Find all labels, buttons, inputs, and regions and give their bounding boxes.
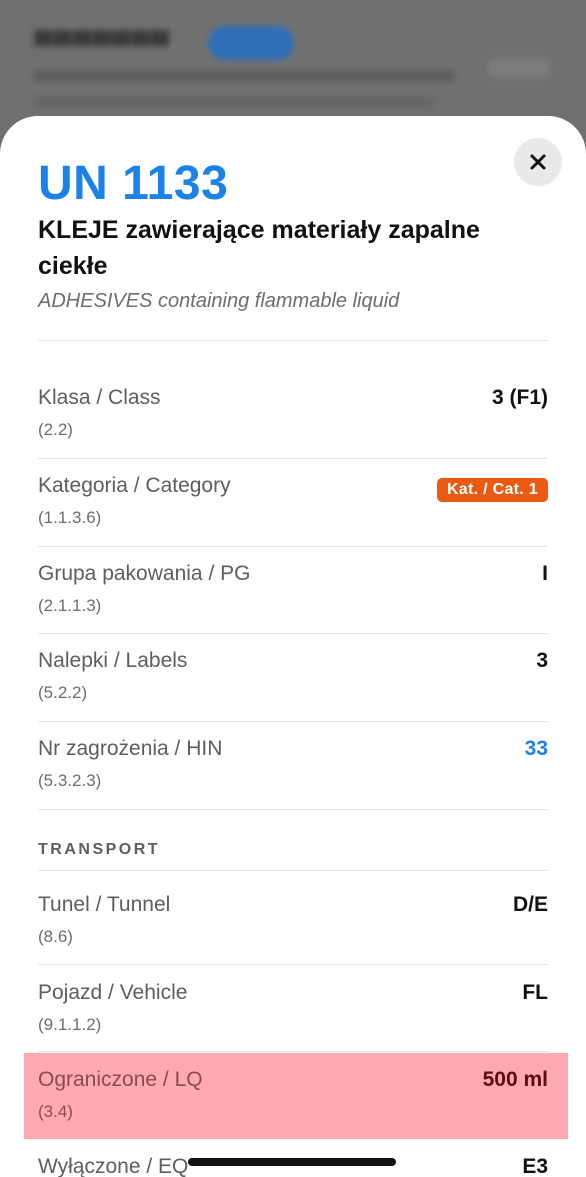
property-value: 500 ml [482, 1068, 548, 1091]
property-value: 3 (F1) [491, 386, 548, 409]
property-reference: (5.2.2) [38, 683, 88, 702]
divider [38, 633, 548, 634]
property-reference: (5.3.2.3) [38, 771, 102, 790]
divider [38, 458, 548, 459]
property-reference: (9.1.1.2) [38, 1015, 102, 1034]
divider [38, 809, 548, 810]
background-text-line [34, 96, 434, 108]
substance-name-en: ADHESIVES containing flammable liquid [38, 290, 400, 312]
property-row-class: Klasa / Class (2.2) 3 (F1) [38, 372, 548, 458]
close-icon [530, 154, 546, 170]
transport-row-limited-quantity: Ograniczone / LQ (3.4) 500 ml [38, 1054, 548, 1140]
un-number: UN 1133 [38, 157, 229, 210]
property-reference: (2.1.1.3) [38, 596, 102, 615]
property-label: Nalepki / Labels [38, 649, 188, 672]
property-value: I [542, 562, 548, 585]
transport-row-vehicle: Pojazd / Vehicle (9.1.1.2) FL [38, 967, 548, 1053]
category-badge: Kat. / Cat. 1 [436, 478, 548, 502]
property-value: D/E [512, 893, 548, 916]
background-badge [208, 26, 294, 60]
section-title-transport: TRANSPORT [38, 841, 161, 858]
property-row-labels: Nalepki / Labels (5.2.2) 3 [38, 635, 548, 721]
property-value: FL [522, 981, 548, 1004]
close-button[interactable] [514, 138, 562, 186]
background-text-line [34, 70, 454, 82]
hin-link[interactable]: 33 [525, 737, 548, 761]
property-reference: (3.4) [38, 1102, 73, 1121]
divider [38, 340, 548, 341]
detail-sheet: UN 1133 KLEJE zawierające materiały zapa… [0, 116, 586, 1177]
property-row-hin[interactable]: Nr zagrożenia / HIN (5.3.2.3) 33 [38, 723, 548, 809]
property-label: Tunel / Tunnel [38, 893, 171, 916]
property-label: Ograniczone / LQ [38, 1068, 203, 1091]
property-reference: (1.1.3.6) [38, 508, 102, 527]
property-label: Wyłączone / EQ [38, 1155, 189, 1177]
property-row-category: Kategoria / Category (1.1.3.6) Kat. / Ca… [38, 460, 548, 546]
property-label: Klasa / Class [38, 386, 161, 409]
property-label: Grupa pakowania / PG [38, 562, 251, 585]
divider [38, 721, 548, 722]
property-value: 3 [536, 649, 548, 672]
property-reference: (2.2) [38, 420, 73, 439]
background-title: ▀▀▀▀▀▀▀ [34, 30, 170, 60]
divider [38, 964, 548, 965]
transport-row-tunnel: Tunel / Tunnel (8.6) D/E [38, 879, 548, 965]
divider [38, 546, 548, 547]
property-reference: (8.6) [38, 927, 73, 946]
substance-name-pl: KLEJE zawierające materiały zapalne ciek… [38, 216, 480, 280]
property-label: Nr zagrożenia / HIN [38, 737, 223, 760]
property-row-packing-group: Grupa pakowania / PG (2.1.1.3) I [38, 548, 548, 634]
divider [38, 1051, 548, 1052]
background-button [488, 58, 550, 78]
property-value: E3 [522, 1155, 548, 1177]
property-label: Pojazd / Vehicle [38, 981, 188, 1004]
divider [38, 870, 548, 871]
property-label: Kategoria / Category [38, 474, 231, 497]
home-indicator[interactable] [188, 1158, 396, 1166]
